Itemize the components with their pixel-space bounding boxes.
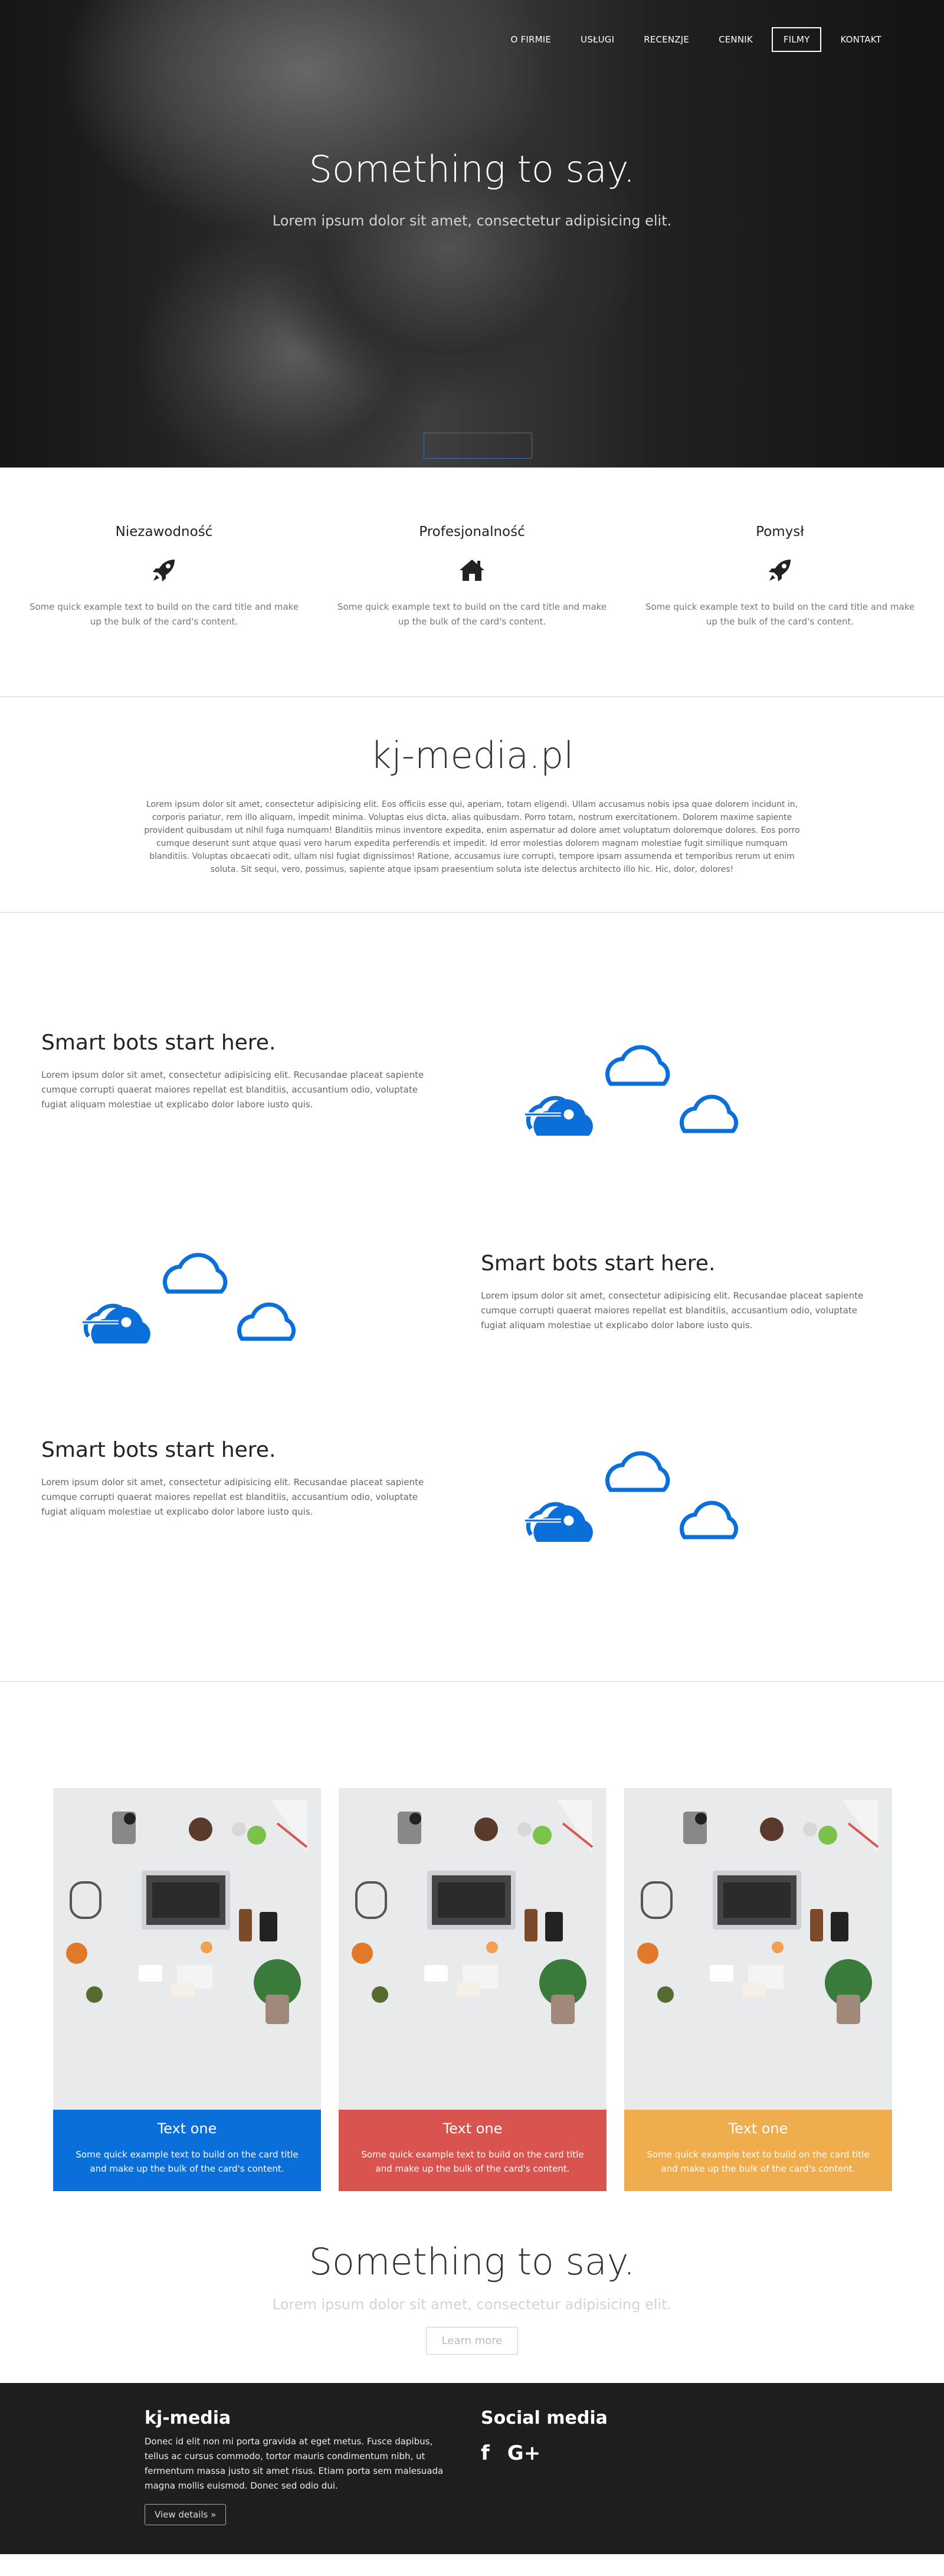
card-body: Text one Some quick example text to buil… <box>624 2110 892 2191</box>
nav-item-filmy[interactable]: FILMY <box>771 27 822 52</box>
main-nav: O FIRMIE USŁUGI RECENZJE CENNIK FILMY KO… <box>500 27 892 52</box>
footer-brand: kj-media <box>145 2408 231 2428</box>
footer: kj-media Donec id elit non mi porta grav… <box>0 2383 944 2554</box>
callout-title: Something to say. <box>309 2240 635 2283</box>
featurette: Smart bots start here. Lorem ipsum dolor… <box>0 1031 944 1250</box>
nav-item-uslugi[interactable]: USŁUGI <box>570 28 625 51</box>
callout-lead: Lorem ipsum dolor sit amet, consectetur … <box>272 2296 672 2313</box>
card-text: Some quick example text to build on the … <box>647 2149 870 2174</box>
callout-section: Something to say. Lorem ipsum dolor sit … <box>0 2240 944 2383</box>
brand-title: kj-media.pl <box>370 734 574 777</box>
featurette-title: Smart bots start here. <box>481 1251 716 1276</box>
card-title: Text one <box>442 2120 503 2137</box>
desk-flatlay-image <box>339 1788 607 2110</box>
card-title: Text one <box>157 2120 217 2137</box>
google-plus-icon[interactable]: G+ <box>507 2441 540 2465</box>
brand-text: Lorem ipsum dolor sit amet, consectetur … <box>144 800 800 874</box>
card-body: Text one Some quick example text to buil… <box>339 2110 607 2191</box>
image-card[interactable]: Text one Some quick example text to buil… <box>53 1788 321 2240</box>
hero-lead: Lorem ipsum dolor sit amet, consectetur … <box>272 213 672 229</box>
hero-button[interactable] <box>424 433 532 459</box>
footer-text: Donec id elit non mi porta gravida at eg… <box>145 2436 444 2491</box>
desk-flatlay-image <box>53 1788 321 2110</box>
feature-card: Pomysł Some quick example text to build … <box>644 524 916 697</box>
hero-title: Something to say. <box>309 148 635 191</box>
cards-section: Text one Some quick example text to buil… <box>0 1682 944 2240</box>
learn-more-button[interactable]: Learn more <box>425 2327 519 2355</box>
card-text: Some quick example text to build on the … <box>361 2149 584 2174</box>
nav-item-o-firmie[interactable]: O FIRMIE <box>500 28 562 51</box>
card-title: Text one <box>728 2120 788 2137</box>
image-card[interactable]: Text one Some quick example text to buil… <box>339 1788 607 2240</box>
featurettes-section: Smart bots start here. Lorem ipsum dolor… <box>0 913 944 1681</box>
nav-item-cennik[interactable]: CENNIK <box>708 28 763 51</box>
feature-text: Some quick example text to build on the … <box>337 601 607 627</box>
featurette: Smart bots start here. Lorem ipsum dolor… <box>0 1250 944 1470</box>
feature-card: Profesjonalność Some quick example text … <box>336 524 608 697</box>
rocket-icon <box>644 557 916 584</box>
features-section: Niezawodność Some quick example text to … <box>0 468 944 697</box>
nav-item-kontakt[interactable]: KONTAKT <box>830 28 892 51</box>
social-title: Social media <box>481 2408 608 2428</box>
footer-about: kj-media Donec id elit non mi porta grav… <box>145 2408 481 2554</box>
feature-title: Profesjonalność <box>419 524 525 540</box>
home-icon <box>336 557 608 584</box>
desk-flatlay-image <box>624 1788 892 2110</box>
card-body: Text one Some quick example text to buil… <box>53 2110 321 2191</box>
featurette-title: Smart bots start here. <box>41 1438 276 1462</box>
image-card[interactable]: Text one Some quick example text to buil… <box>624 1788 892 2240</box>
hero-section: O FIRMIE USŁUGI RECENZJE CENNIK FILMY KO… <box>0 0 944 468</box>
rocket-icon <box>28 557 300 584</box>
brand-section: kj-media.pl Lorem ipsum dolor sit amet, … <box>0 697 944 912</box>
nav-item-recenzje[interactable]: RECENZJE <box>633 28 700 51</box>
cloud-illustration <box>519 1042 767 1160</box>
card-text: Some quick example text to build on the … <box>76 2149 299 2174</box>
featurette-text: Lorem ipsum dolor sit amet, consectetur … <box>41 1070 424 1110</box>
hero-overlay <box>0 0 944 468</box>
facebook-icon[interactable]: f <box>481 2441 490 2465</box>
featurette-title: Smart bots start here. <box>41 1031 276 1055</box>
feature-title: Pomysł <box>756 524 804 540</box>
cloud-illustration <box>519 1449 767 1567</box>
view-details-button[interactable]: View details » <box>145 2504 227 2525</box>
feature-card: Niezawodność Some quick example text to … <box>28 524 300 697</box>
featurette-text: Lorem ipsum dolor sit amet, consectetur … <box>481 1290 864 1331</box>
featurette: Smart bots start here. Lorem ipsum dolor… <box>0 1438 944 1689</box>
feature-text: Some quick example text to build on the … <box>29 601 299 627</box>
footer-social: Social media f G+ <box>481 2408 608 2554</box>
featurette-text: Lorem ipsum dolor sit amet, consectetur … <box>41 1477 424 1517</box>
feature-text: Some quick example text to build on the … <box>645 601 915 627</box>
feature-title: Niezawodność <box>115 524 213 540</box>
cloud-illustration <box>77 1250 324 1368</box>
